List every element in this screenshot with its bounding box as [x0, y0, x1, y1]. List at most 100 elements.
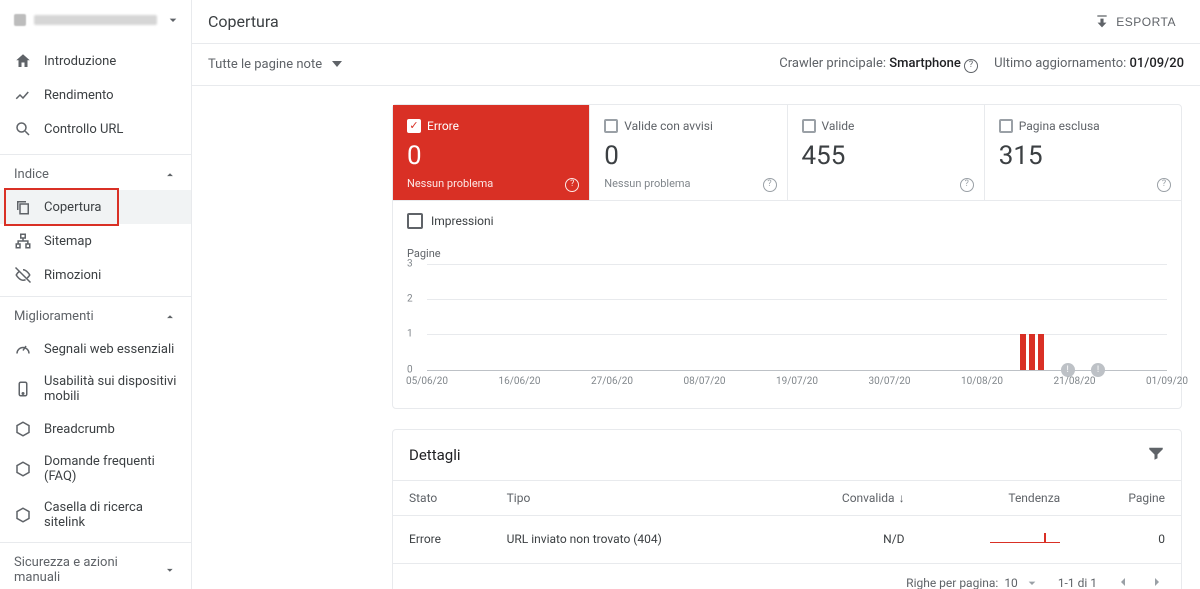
sidebar-item-introduzione[interactable]: Introduzione — [0, 44, 191, 78]
sidebar-item-label: Rimozioni — [44, 268, 101, 283]
sidebar-item-rendimento[interactable]: Rendimento — [0, 78, 191, 112]
sidebar-section-miglioramenti[interactable]: Miglioramenti — [0, 301, 191, 332]
col-tendenza[interactable]: Tendenza — [921, 480, 1077, 515]
sidebar-item-label: Rendimento — [44, 88, 114, 103]
pager-prev-button[interactable] — [1115, 574, 1131, 589]
tile-excluded[interactable]: Pagina esclusa 315? — [985, 105, 1181, 200]
property-icon — [14, 14, 26, 26]
updated-value: 01/09/20 — [1130, 56, 1184, 71]
y-tick: 1 — [407, 329, 413, 340]
rows-per-page-select[interactable]: Righe per pagina: 10 — [906, 575, 1040, 589]
export-button[interactable]: ESPORTA — [1086, 8, 1184, 36]
chart-marker[interactable]: ! — [1061, 363, 1075, 377]
cell-tipo: URL inviato non trovato (404) — [491, 515, 777, 563]
tile-value: 0 — [407, 141, 575, 171]
details-table: Stato Tipo Convalida↓ Tendenza Pagine Er… — [393, 480, 1181, 564]
checkbox-icon — [604, 119, 618, 133]
tile-valid[interactable]: Valide455? — [788, 105, 985, 200]
chart-bar — [1029, 334, 1035, 369]
tile-error[interactable]: Errore0Nessun problema? — [393, 105, 590, 200]
home-icon — [14, 52, 32, 70]
sidebar-item-label: Sitemap — [44, 234, 92, 249]
sidebar-item-rimozioni[interactable]: Rimozioni — [0, 258, 191, 292]
chevron-down-icon — [165, 12, 181, 28]
tile-warn[interactable]: Valide con avvisi0Nessun problema? — [590, 105, 787, 200]
details-card: Dettagli Stato Tipo Convalida↓ Tendenza … — [392, 429, 1182, 589]
tile-label: Errore — [427, 119, 459, 133]
tile-value: 315 — [999, 141, 1167, 171]
sidebar: Introduzione Rendimento Controllo URL Indi… — [0, 0, 192, 589]
breadcrumb-icon — [14, 420, 32, 438]
x-tick: 05/06/20 — [406, 376, 448, 387]
sidebar-section-sicurezza-e-azioni-manuali[interactable]: Sicurezza e azioni manuali — [0, 547, 191, 589]
sidebar-item-copertura[interactable]: Copertura — [0, 190, 191, 224]
sidebar-item-segnali-web-essenziali[interactable]: Segnali web essenziali — [0, 332, 191, 366]
tile-label: Valide con avvisi — [624, 119, 713, 133]
help-icon[interactable]: ? — [1157, 175, 1171, 192]
section-title: Miglioramenti — [14, 309, 94, 324]
pager-next-button[interactable] — [1149, 574, 1165, 589]
page-filter-dropdown[interactable]: Tutte le pagine note — [208, 57, 342, 72]
summary-card: Errore0Nessun problema?Valide con avvisi… — [392, 104, 1182, 409]
help-icon[interactable]: ? — [964, 59, 978, 73]
coverage-chart: 0123!!05/06/2016/06/2027/06/2008/07/2019… — [407, 264, 1167, 394]
x-tick: 08/07/20 — [684, 376, 726, 387]
col-convalida[interactable]: Convalida↓ — [776, 480, 920, 515]
main-content: Copertura ESPORTA Tutte le pagine note C… — [192, 0, 1200, 589]
property-selector[interactable] — [0, 0, 191, 40]
tile-label: Pagina esclusa — [1019, 119, 1100, 133]
chevron-up-icon — [163, 310, 177, 324]
y-tick: 3 — [407, 258, 413, 269]
chart-y-title: Pagine — [407, 247, 1167, 260]
download-icon — [1094, 14, 1110, 30]
filter-icon[interactable] — [1147, 444, 1165, 466]
search-icon — [14, 120, 32, 138]
x-tick: 30/07/20 — [869, 376, 911, 387]
help-icon[interactable]: ? — [763, 175, 777, 192]
help-icon[interactable]: ? — [565, 175, 579, 192]
help-icon[interactable]: ? — [960, 175, 974, 192]
chevron-down-icon — [163, 563, 177, 577]
chart-bar — [1038, 334, 1044, 369]
x-tick: 27/06/20 — [591, 376, 633, 387]
col-tipo[interactable]: Tipo — [491, 480, 777, 515]
sidebar-item-sitemap[interactable]: Sitemap — [0, 224, 191, 258]
sidebar-section-indice[interactable]: Indice — [0, 159, 191, 190]
sidebar-item-casella-di-ricerca-sitelink[interactable]: Casella di ricerca sitelink — [0, 492, 191, 538]
gridline — [427, 370, 1167, 371]
impressions-checkbox[interactable]: Impressioni — [407, 213, 1167, 229]
x-tick: 16/06/20 — [499, 376, 541, 387]
tile-note: Nessun problema — [604, 177, 772, 190]
sidebar-item-label: Casella di ricerca sitelink — [44, 500, 177, 530]
updated-label: Ultimo aggiornamento: — [994, 56, 1126, 71]
sidebar-item-label: Breadcrumb — [44, 422, 115, 437]
impressions-label: Impressioni — [431, 214, 494, 228]
faq-icon — [14, 460, 32, 478]
cell-convalida: N/D — [776, 515, 920, 563]
pager-range: 1-1 di 1 — [1058, 576, 1097, 589]
sidebar-item-domande-frequenti-faq-[interactable]: Domande frequenti (FAQ) — [0, 446, 191, 492]
sidebar-item-controllo-url[interactable]: Controllo URL — [0, 112, 191, 146]
chart-marker[interactable]: ! — [1091, 363, 1105, 377]
cell-pagine: 0 — [1076, 515, 1181, 563]
col-pagine[interactable]: Pagine — [1076, 480, 1181, 515]
table-pager: Righe per pagina: 10 1-1 di 1 — [393, 564, 1181, 589]
tile-value: 455 — [802, 141, 970, 171]
sitemap-icon — [14, 232, 32, 250]
x-tick: 01/09/20 — [1146, 376, 1188, 387]
chart-bar — [1020, 334, 1026, 369]
speed-icon — [14, 340, 32, 358]
impressions-toggle-row: Impressioni — [393, 200, 1181, 241]
sidebar-item-usabilit-sui-dispositivi-mobili[interactable]: Usabilità sui dispositivi mobili — [0, 366, 191, 412]
x-axis: 05/06/2016/06/2027/06/2008/07/2019/07/20… — [427, 376, 1167, 394]
sidebar-item-breadcrumb[interactable]: Breadcrumb — [0, 412, 191, 446]
chevron-up-icon — [163, 168, 177, 182]
x-tick: 21/08/20 — [1054, 376, 1096, 387]
section-title: Sicurezza e azioni manuali — [14, 555, 163, 585]
table-row[interactable]: ErroreURL inviato non trovato (404)N/D0 — [393, 515, 1181, 563]
sidebar-item-label: Introduzione — [44, 54, 116, 69]
sidebar-item-label: Domande frequenti (FAQ) — [44, 454, 177, 484]
col-stato[interactable]: Stato — [393, 480, 491, 515]
section-title: Indice — [14, 167, 49, 182]
details-title: Dettagli — [409, 446, 461, 464]
